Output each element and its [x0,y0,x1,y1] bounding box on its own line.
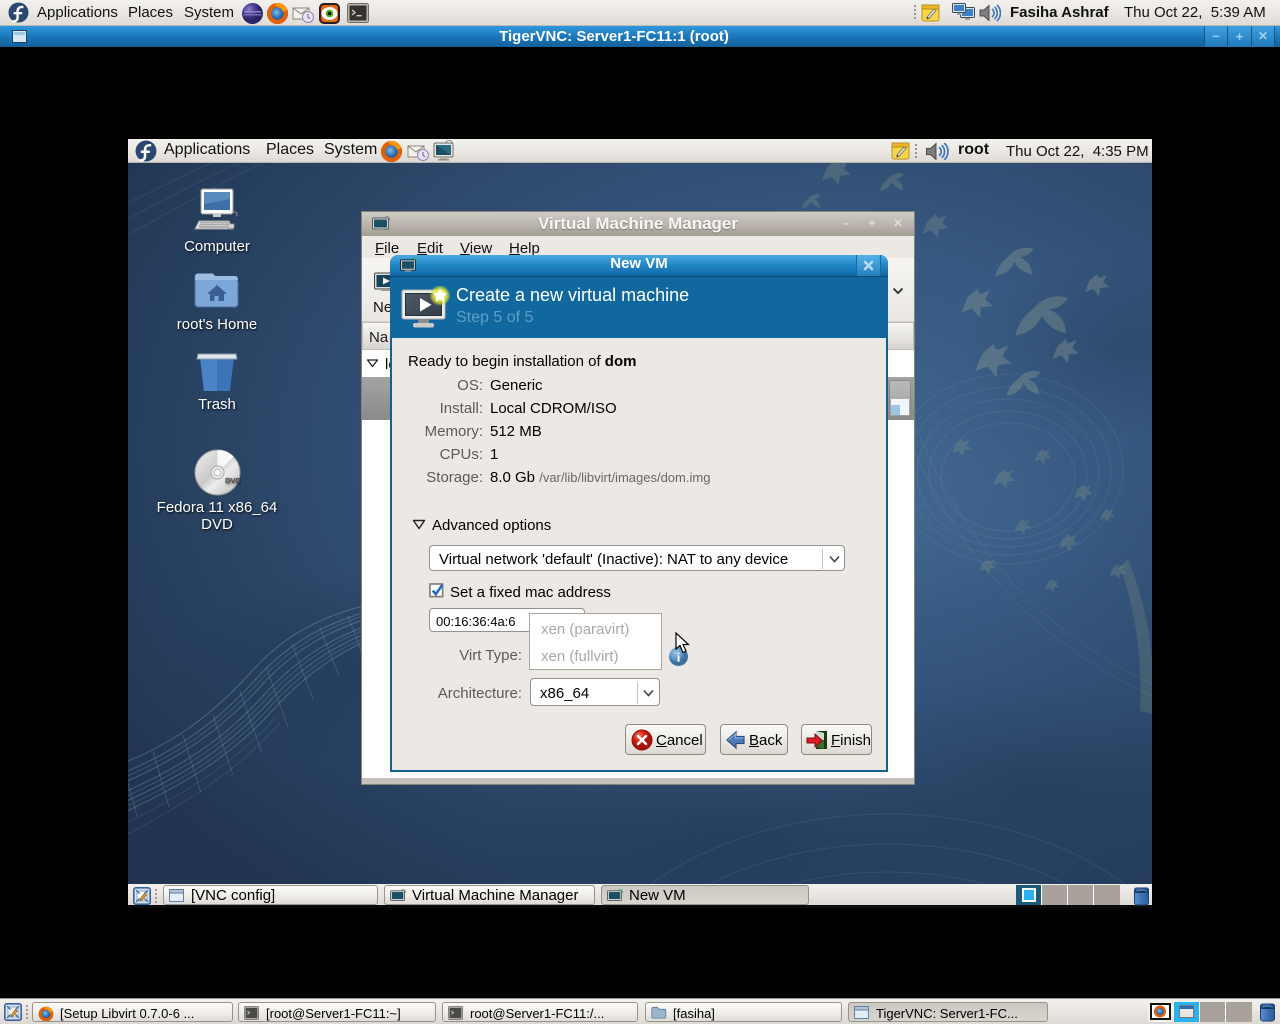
svg-text:DVD: DVD [225,476,241,485]
